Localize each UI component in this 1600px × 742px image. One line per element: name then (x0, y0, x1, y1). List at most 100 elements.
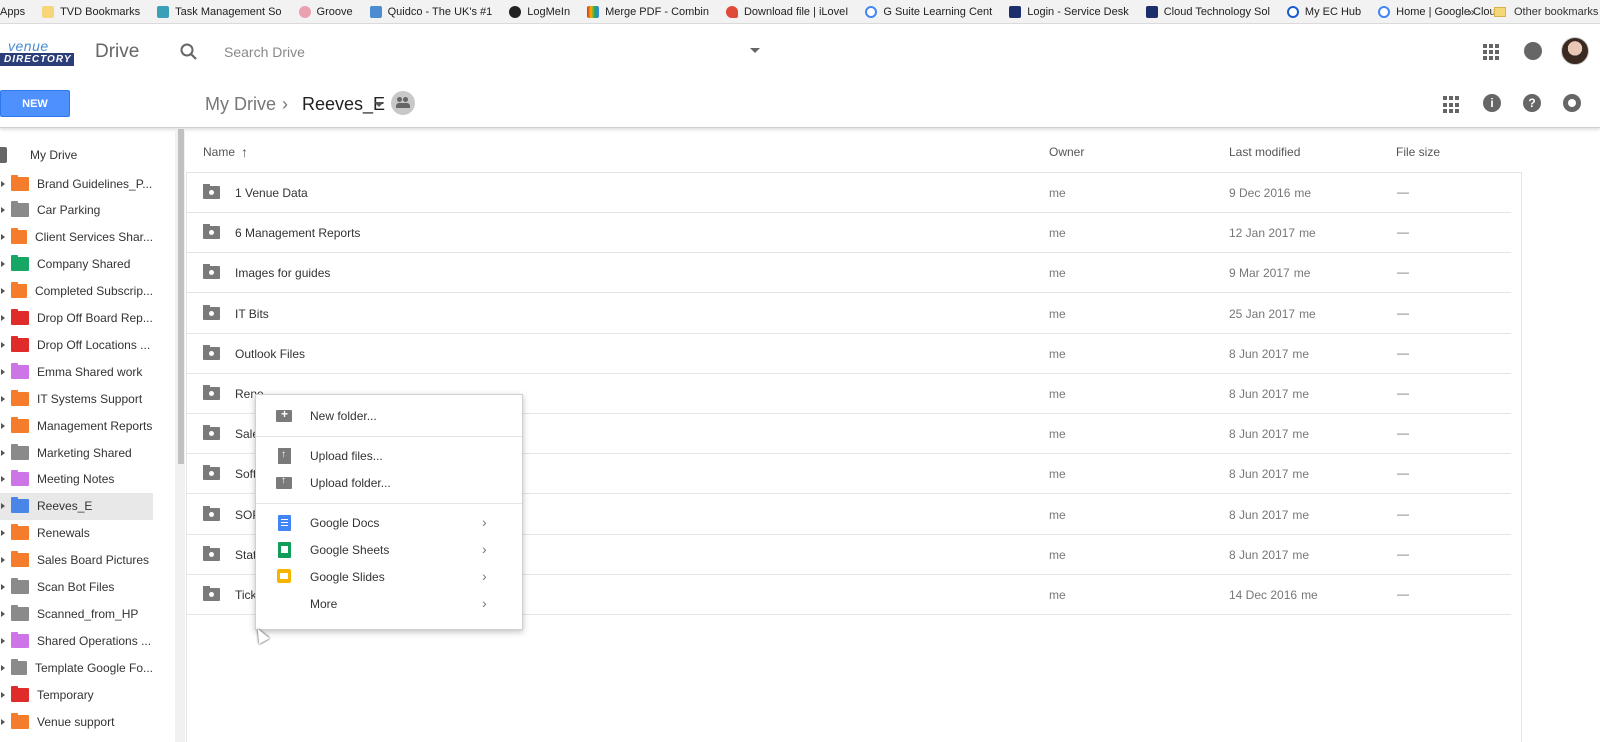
sidebar-folder-item[interactable]: Renewals (0, 520, 153, 547)
menu-item-google-sheets[interactable]: Google Sheets › (256, 536, 522, 563)
sidebar-item-label: Car Parking (37, 203, 101, 218)
menu-item-google-slides[interactable]: Google Slides › (256, 563, 522, 590)
table-row[interactable]: Outlook Files me 8 Jun 2017 me — (187, 334, 1511, 374)
bookmark-task-management[interactable]: Task Management So (153, 5, 285, 18)
breadcrumb-current-folder[interactable]: Reeves_E (302, 94, 385, 115)
table-row[interactable]: IT Bits me 25 Jan 2017 me — (187, 294, 1511, 334)
modified-by: me (1292, 346, 1310, 361)
expand-arrow-icon[interactable] (1, 610, 5, 617)
bookmark-ec-hub[interactable]: My EC Hub (1283, 5, 1365, 18)
expand-arrow-icon[interactable] (1, 557, 5, 564)
menu-item-more[interactable]: More › (256, 590, 522, 617)
folder-icon (42, 5, 55, 18)
notifications-icon[interactable] (1524, 42, 1542, 60)
modified-date: 8 Jun 2017 (1229, 387, 1289, 401)
expand-arrow-icon[interactable] (1, 718, 5, 725)
sidebar-folder-item[interactable]: Marketing Shared (0, 439, 153, 466)
sidebar-folder-item[interactable]: Sales Board Pictures (0, 547, 153, 574)
bookmark-tvd[interactable]: TVD Bookmarks (38, 5, 144, 18)
bookmark-logmein[interactable]: LogMeIn (505, 5, 574, 18)
apps-grid-icon[interactable] (1483, 44, 1499, 60)
table-row[interactable]: 6 Management Reports me 12 Jan 2017 me — (187, 213, 1511, 254)
sidebar-folder-item[interactable]: Scanned_from_HP (0, 600, 153, 627)
expand-arrow-icon[interactable] (1, 234, 5, 241)
sidebar-folder-item[interactable]: Car Parking (0, 197, 153, 224)
bookmark-label: Task Management So (175, 5, 282, 18)
bookmark-ilovepdf[interactable]: Download file | iLoveI (722, 5, 852, 18)
expand-arrow-icon[interactable] (1, 584, 5, 590)
modified-date: 25 Jan 2017 (1229, 306, 1296, 321)
bookmark-quidco[interactable]: Quidco - The UK's #1 (366, 5, 497, 18)
info-icon[interactable]: i (1483, 94, 1501, 112)
bookmark-cloud-technology[interactable]: Cloud Technology Sol (1142, 5, 1274, 18)
expand-arrow-icon[interactable] (1, 530, 5, 537)
sort-ascending-icon[interactable]: ↑ (241, 144, 248, 160)
menu-item-new-folder[interactable]: New folder... (256, 402, 522, 429)
expand-arrow-icon[interactable] (1, 476, 5, 483)
expand-arrow-icon[interactable] (1, 315, 5, 321)
sidebar-folder-item[interactable]: Scan Bot Files (0, 574, 153, 601)
bookmark-groove[interactable]: Groove (295, 5, 357, 18)
column-header-file-size[interactable]: File size (1396, 145, 1440, 159)
new-button[interactable]: NEW (0, 90, 70, 117)
folder-menu-caret-icon[interactable] (374, 102, 384, 107)
sidebar-folder-item[interactable]: Management Reports (0, 412, 153, 439)
sidebar-folder-item[interactable]: Shared Operations ... (0, 627, 153, 654)
other-bookmarks[interactable]: Other bookmarks (1494, 0, 1598, 24)
shared-folder-icon[interactable] (391, 91, 415, 115)
sidebar-folder-item[interactable]: Reeves_E (0, 492, 153, 520)
sidebar-folder-item[interactable]: Completed Subscrip... (0, 278, 153, 305)
menu-item-google-docs[interactable]: Google Docs › (256, 509, 522, 536)
table-row[interactable]: Images for guides me 9 Mar 2017 me — (187, 253, 1511, 294)
sidebar-folder-item[interactable]: Venue support (0, 708, 153, 735)
sidebar-folder-item[interactable]: IT Systems Support (0, 385, 153, 412)
expand-arrow-icon[interactable] (1, 368, 5, 375)
menu-item-upload-files[interactable]: Upload files... (256, 442, 522, 469)
search-input[interactable] (224, 39, 744, 65)
expand-arrow-icon[interactable] (1, 449, 5, 456)
expand-arrow-icon[interactable] (1, 503, 5, 510)
expand-arrow-icon[interactable] (1, 395, 5, 402)
column-header-last-modified[interactable]: Last modified (1229, 145, 1300, 159)
expand-arrow-icon[interactable] (1, 288, 5, 295)
column-header-name[interactable]: Name (203, 145, 235, 159)
expand-arrow-icon[interactable] (1, 422, 5, 429)
sidebar-item-my-drive[interactable]: My Drive (0, 143, 77, 167)
avatar[interactable] (1561, 37, 1589, 65)
bookmark-gsuite[interactable]: G Suite Learning Cent (861, 5, 996, 18)
sidebar-folder-item[interactable]: Client Services Shar... (0, 224, 153, 251)
expand-arrow-icon[interactable] (1, 261, 5, 268)
sidebar-folder-item[interactable]: Company Shared (0, 251, 153, 278)
sidebar-folder-item[interactable]: Emma Shared work (0, 358, 153, 385)
column-header-owner[interactable]: Owner (1049, 145, 1084, 159)
sidebar-folder-item[interactable]: Temporary (0, 681, 153, 708)
sidebar-folder-item[interactable]: Template Google Fo... (0, 654, 153, 681)
expand-arrow-icon[interactable] (1, 180, 5, 187)
table-row[interactable]: 1 Venue Data me 9 Dec 2016 me — (187, 173, 1511, 213)
company-logo[interactable]: venue DIRECTORY (0, 38, 74, 68)
expand-arrow-icon[interactable] (1, 341, 5, 348)
expand-arrow-icon[interactable] (1, 664, 5, 671)
expand-arrow-icon[interactable] (1, 637, 5, 644)
sidebar-folder-item[interactable]: Meeting Notes (0, 466, 153, 493)
search-options-icon[interactable] (750, 48, 760, 53)
search-icon[interactable] (179, 42, 199, 62)
modified-date: 8 Jun 2017 (1229, 547, 1289, 562)
bookmark-merge-pdf[interactable]: Merge PDF - Combin (583, 5, 713, 18)
breadcrumb-my-drive[interactable]: My Drive (205, 94, 276, 115)
sidebar-folder-item[interactable]: Drop Off Locations ... (0, 331, 153, 358)
menu-item-upload-folder[interactable]: Upload folder... (256, 469, 522, 496)
bookmark-google-cloud[interactable]: Home | Google Cloud (1374, 5, 1506, 18)
grid-view-icon[interactable] (1443, 96, 1461, 114)
bookmark-apps[interactable]: Apps (0, 6, 29, 18)
sidebar-item-label: Scan Bot Files (37, 580, 115, 594)
sidebar-folder-item[interactable]: Drop Off Board Rep... (0, 305, 153, 332)
expand-arrow-icon[interactable] (1, 207, 5, 214)
gear-icon[interactable] (1563, 94, 1581, 112)
bookmarks-overflow-button[interactable]: » (1468, 5, 1475, 19)
expand-arrow-icon[interactable] (1, 691, 5, 698)
help-icon[interactable]: ? (1523, 94, 1541, 112)
bookmark-service-desk[interactable]: Login - Service Desk (1005, 5, 1133, 18)
modified-by: me (1292, 387, 1310, 401)
sidebar-folder-item[interactable]: Brand Guidelines_P... (0, 170, 153, 197)
